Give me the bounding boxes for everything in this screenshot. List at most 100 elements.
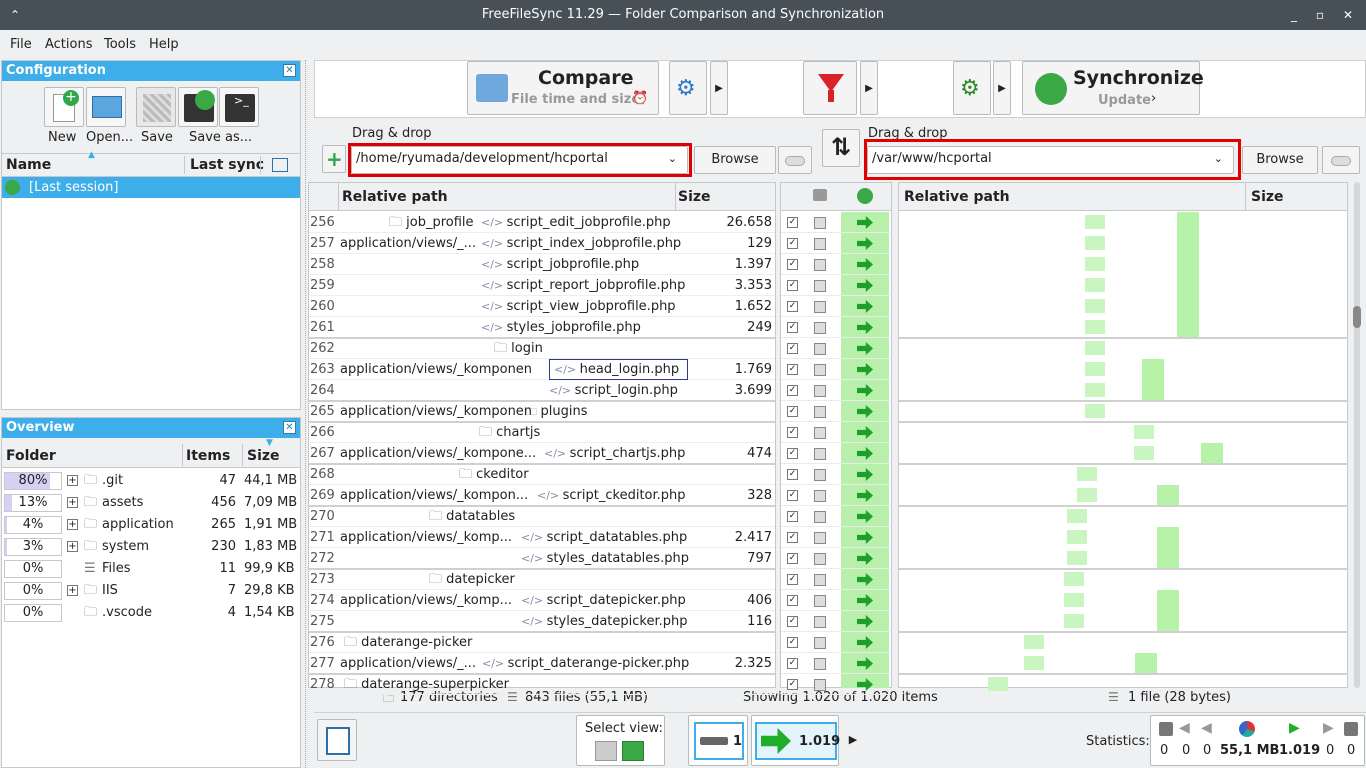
close-panel-icon[interactable]: ✕ bbox=[283, 64, 296, 77]
include-checkbox[interactable]: ✓ bbox=[787, 511, 798, 522]
sync-view-toggle[interactable] bbox=[622, 741, 644, 761]
expand-icon[interactable]: + bbox=[67, 475, 78, 486]
col-last-sync[interactable]: Last sync bbox=[190, 157, 264, 173]
include-checkbox[interactable]: ✓ bbox=[787, 427, 798, 438]
equal-filter-button[interactable]: 1 bbox=[694, 722, 744, 760]
camera-icon[interactable] bbox=[813, 189, 827, 201]
save-config-button[interactable] bbox=[136, 87, 176, 127]
file-name[interactable]: </> styles_datepicker.php bbox=[521, 611, 688, 632]
folder-name[interactable]: 🗀 datatables bbox=[429, 506, 515, 527]
menu-tools[interactable]: Tools bbox=[104, 37, 136, 52]
include-checkbox[interactable]: ✓ bbox=[787, 217, 798, 228]
close-icon[interactable]: ✕ bbox=[1338, 5, 1358, 25]
save-as-batch-button[interactable] bbox=[178, 87, 218, 127]
expand-icon[interactable]: + bbox=[67, 585, 78, 596]
file-name[interactable]: </> script_datatables.php bbox=[521, 527, 687, 548]
parent-path[interactable]: application/views/_komp... bbox=[340, 527, 512, 548]
vertical-scrollbar[interactable] bbox=[1352, 182, 1362, 688]
more-filters-arrow[interactable]: ▶ bbox=[846, 730, 860, 750]
folder-name[interactable]: 🗀 daterange-picker bbox=[344, 632, 472, 653]
file-name[interactable]: </> script_edit_jobprofile.php bbox=[481, 212, 671, 233]
file-name[interactable]: </> script_ckeditor.php bbox=[537, 485, 686, 506]
add-folder-pair-button[interactable]: + bbox=[322, 145, 346, 173]
left-col-size[interactable]: Size bbox=[678, 189, 711, 205]
left-cloud-button[interactable] bbox=[778, 146, 812, 174]
include-checkbox[interactable]: ✓ bbox=[787, 448, 798, 459]
synchronize-button[interactable]: Synchronize Update › bbox=[1022, 61, 1204, 115]
filter-dropdown-arrow[interactable]: ▶ bbox=[860, 61, 878, 115]
include-checkbox[interactable]: ✓ bbox=[787, 406, 798, 417]
minimize-icon[interactable]: _ bbox=[1284, 5, 1304, 25]
create-filter-button[interactable]: 1.019 bbox=[755, 722, 840, 760]
filter-button[interactable] bbox=[803, 61, 857, 115]
folder-name[interactable]: 🗀 plugins bbox=[526, 401, 587, 422]
include-checkbox[interactable]: ✓ bbox=[787, 658, 798, 669]
right-col-relative-path[interactable]: Relative path bbox=[904, 189, 1010, 205]
parent-path[interactable]: application/views/_... bbox=[340, 653, 476, 674]
folder-name[interactable]: 🗀 job_profile bbox=[389, 212, 474, 233]
include-checkbox[interactable]: ✓ bbox=[787, 574, 798, 585]
scrollbar-thumb[interactable] bbox=[1353, 306, 1361, 328]
include-checkbox[interactable]: ✓ bbox=[787, 490, 798, 501]
include-checkbox[interactable]: ✓ bbox=[787, 238, 798, 249]
parent-path[interactable]: application/views/_... bbox=[340, 233, 476, 254]
include-checkbox[interactable]: ✓ bbox=[787, 364, 798, 375]
file-name[interactable]: </> head_login.php bbox=[549, 359, 689, 380]
right-cloud-button[interactable] bbox=[1322, 146, 1360, 174]
session-row[interactable]: [Last session] bbox=[2, 177, 300, 198]
file-name[interactable]: </> script_daterange-picker.php bbox=[482, 653, 689, 674]
left-browse-button[interactable]: Browse bbox=[694, 146, 776, 174]
file-name[interactable]: </> script_login.php bbox=[549, 380, 678, 401]
close-panel-icon[interactable]: ✕ bbox=[283, 421, 296, 434]
file-name[interactable]: </> script_report_jobprofile.php bbox=[481, 275, 685, 296]
sync-settings-button[interactable]: ⚙ bbox=[953, 61, 991, 115]
include-checkbox[interactable]: ✓ bbox=[787, 280, 798, 291]
folder-name[interactable]: 🗀 datepicker bbox=[429, 569, 515, 590]
include-checkbox[interactable]: ✓ bbox=[787, 259, 798, 270]
parent-path[interactable]: application/views/_komponen bbox=[340, 359, 532, 380]
camera-view-toggle[interactable] bbox=[595, 741, 617, 761]
include-checkbox[interactable]: ✓ bbox=[787, 343, 798, 354]
overview-row[interactable]: 3% + 🗀 system 230 1,83 MB bbox=[2, 536, 300, 558]
maximize-icon[interactable]: ▫ bbox=[1310, 5, 1330, 25]
menu-file[interactable]: File bbox=[10, 37, 32, 52]
right-browse-button[interactable]: Browse bbox=[1242, 146, 1318, 174]
swap-sides-button[interactable]: ⇅ bbox=[822, 129, 860, 167]
sync-icon[interactable] bbox=[857, 188, 873, 204]
folder-name[interactable]: 🗀 daterange-superpicker bbox=[344, 674, 509, 695]
compare-settings-button[interactable]: ⚙ bbox=[669, 61, 707, 115]
col-items[interactable]: Items bbox=[186, 448, 230, 464]
parent-path[interactable]: application/views/_kompone... bbox=[340, 443, 536, 464]
folder-name[interactable]: 🗀 chartjs bbox=[479, 422, 540, 443]
new-config-button[interactable]: + bbox=[44, 87, 84, 127]
expand-icon[interactable]: + bbox=[67, 541, 78, 552]
overview-row[interactable]: 13% + 🗀 assets 456 7,09 MB bbox=[2, 492, 300, 514]
compare-dropdown-arrow[interactable]: ▶ bbox=[710, 61, 728, 115]
include-checkbox[interactable]: ✓ bbox=[787, 385, 798, 396]
parent-path[interactable]: application/views/_komponen bbox=[340, 401, 532, 422]
col-name[interactable]: Name bbox=[6, 157, 51, 173]
right-col-size[interactable]: Size bbox=[1251, 189, 1284, 205]
file-name[interactable]: </> script_view_jobprofile.php bbox=[481, 296, 676, 317]
include-checkbox[interactable]: ✓ bbox=[787, 616, 798, 627]
open-config-button[interactable] bbox=[86, 87, 126, 127]
sync-dropdown-arrow[interactable]: ▶ bbox=[993, 61, 1011, 115]
parent-path[interactable]: application/views/_kompon... bbox=[340, 485, 528, 506]
overview-row[interactable]: 0% 🗀 .vscode 4 1,54 KB bbox=[2, 602, 300, 624]
menu-help[interactable]: Help bbox=[149, 37, 179, 52]
include-checkbox[interactable]: ✓ bbox=[787, 532, 798, 543]
expand-icon[interactable]: + bbox=[67, 497, 78, 508]
include-checkbox[interactable]: ✓ bbox=[787, 595, 798, 606]
save-as-button[interactable]: >_ bbox=[219, 87, 259, 127]
overview-row[interactable]: 0% + 🗀 IIS 7 29,8 KB bbox=[2, 580, 300, 602]
overview-row[interactable]: 0% ☰ Files 11 99,9 KB bbox=[2, 558, 300, 580]
col-folder[interactable]: Folder bbox=[6, 448, 56, 464]
view-log-button[interactable] bbox=[317, 719, 357, 761]
file-name[interactable]: </> script_index_jobprofile.php bbox=[481, 233, 681, 254]
parent-path[interactable]: application/views/_komp... bbox=[340, 590, 512, 611]
left-col-relative-path[interactable]: Relative path bbox=[342, 189, 448, 205]
include-checkbox[interactable]: ✓ bbox=[787, 553, 798, 564]
file-name[interactable]: </> script_datepicker.php bbox=[521, 590, 686, 611]
folder-name[interactable]: 🗀 ckeditor bbox=[459, 464, 529, 485]
file-name[interactable]: </> script_chartjs.php bbox=[544, 443, 685, 464]
